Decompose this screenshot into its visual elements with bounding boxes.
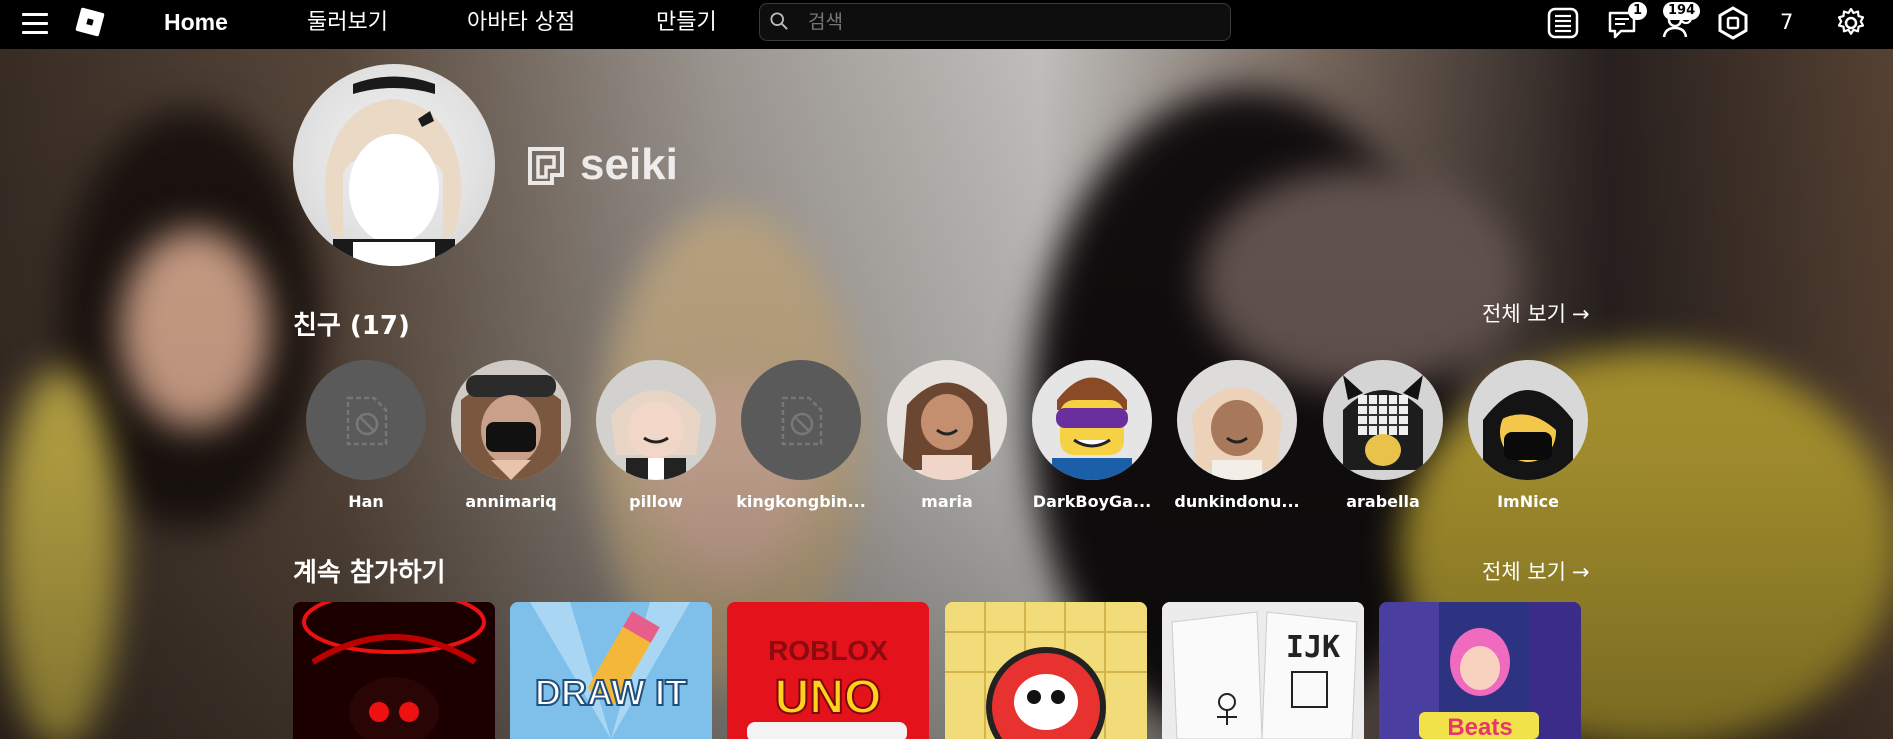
game-tile[interactable]: Beats: [1379, 602, 1581, 739]
robux-count: 7: [1780, 10, 1794, 34]
friend-name: pillow: [629, 492, 683, 511]
continue-see-all-link[interactable]: 전체 보기 →: [1482, 556, 1590, 586]
chat-badge: 1: [1628, 2, 1648, 20]
nav-create[interactable]: 만들기: [656, 0, 717, 49]
friend-name: kingkongbin...: [736, 492, 866, 511]
friend-tile[interactable]: kingkongbin...: [736, 360, 866, 511]
friend-name: arabella: [1346, 492, 1420, 511]
user-avatar[interactable]: [293, 64, 495, 266]
nav-home[interactable]: Home: [164, 0, 228, 49]
menu-icon[interactable]: [22, 13, 48, 35]
friend-tile[interactable]: maria: [886, 360, 1008, 511]
friend-avatar: [1177, 360, 1297, 480]
search-icon: [770, 12, 788, 30]
search-box[interactable]: [759, 3, 1231, 41]
friend-avatar: [451, 360, 571, 480]
game-title-text: DRAW IT: [534, 671, 688, 714]
friend-tile[interactable]: annimariq: [450, 360, 572, 511]
roblox-logo-icon[interactable]: [75, 7, 105, 37]
game-tile[interactable]: ROBLOX UNO: [727, 602, 929, 739]
top-navigation-bar: Home 둘러보기 아바타 상점 만들기 1 194: [0, 0, 1893, 49]
news-feed-icon[interactable]: [1545, 5, 1581, 41]
gear-icon[interactable]: [1833, 5, 1869, 41]
friend-tile[interactable]: dunkindonu...: [1174, 360, 1300, 511]
friend-avatar: [1323, 360, 1443, 480]
friend-avatar-placeholder: [306, 360, 426, 480]
game-tile[interactable]: IJK: [1162, 602, 1364, 739]
friend-avatar: [596, 360, 716, 480]
game-title-text: IJK: [1285, 630, 1341, 665]
uno-card-graphic: [747, 722, 907, 739]
friend-name: maria: [921, 492, 973, 511]
friend-tile[interactable]: Han: [305, 360, 427, 511]
friend-name: ImNice: [1497, 492, 1559, 511]
friend-avatar-placeholder: [741, 360, 861, 480]
search-input[interactable]: [806, 8, 1220, 36]
game-thumbnail: [945, 602, 1147, 739]
friend-name: annimariq: [465, 492, 557, 511]
game-tile[interactable]: [293, 602, 495, 739]
game-title-text: UNO: [774, 670, 883, 725]
premium-icon: [528, 147, 564, 185]
friend-avatar: [1468, 360, 1588, 480]
friend-tile[interactable]: DarkBoyGa...: [1031, 360, 1153, 511]
game-tile[interactable]: DRAW IT: [510, 602, 712, 739]
friend-name: dunkindonu...: [1174, 492, 1300, 511]
avatar-head-image: [324, 76, 462, 266]
friend-tile[interactable]: pillow: [595, 360, 717, 511]
game-thumbnail: [1162, 602, 1364, 739]
game-title-text: Beats: [1447, 714, 1513, 739]
robux-icon[interactable]: [1715, 5, 1751, 41]
game-thumbnail: [510, 602, 712, 739]
friend-name: Han: [348, 492, 384, 511]
continue-section-title: 계속 참가하기: [293, 558, 446, 588]
game-thumbnail: [293, 602, 495, 739]
game-subtitle-text: ROBLOX: [768, 635, 888, 666]
chat-button[interactable]: 1: [1606, 2, 1648, 41]
game-tile[interactable]: [945, 602, 1147, 739]
nav-discover[interactable]: 둘러보기: [307, 0, 388, 49]
friend-tile[interactable]: arabella: [1322, 360, 1444, 511]
friends-see-all-link[interactable]: 전체 보기 →: [1482, 298, 1590, 328]
unavailable-image-icon: [346, 396, 388, 446]
friend-avatar: [887, 360, 1007, 480]
friends-badge: 194: [1663, 2, 1701, 20]
friend-tile[interactable]: ImNice: [1467, 360, 1589, 511]
arrow-right-icon: →: [1571, 560, 1590, 584]
friend-avatar: [1032, 360, 1152, 480]
arrow-right-icon: →: [1571, 302, 1590, 326]
unavailable-image-icon: [781, 396, 823, 446]
nav-avatar-shop[interactable]: 아바타 상점: [467, 0, 575, 49]
friend-name: DarkBoyGa...: [1032, 492, 1152, 511]
see-all-label: 전체 보기: [1482, 302, 1566, 326]
friends-button[interactable]: 194: [1661, 2, 1701, 41]
friends-section-title: 친구 (17): [293, 311, 410, 341]
profile-username: seiki: [580, 140, 678, 189]
see-all-label: 전체 보기: [1482, 560, 1566, 584]
